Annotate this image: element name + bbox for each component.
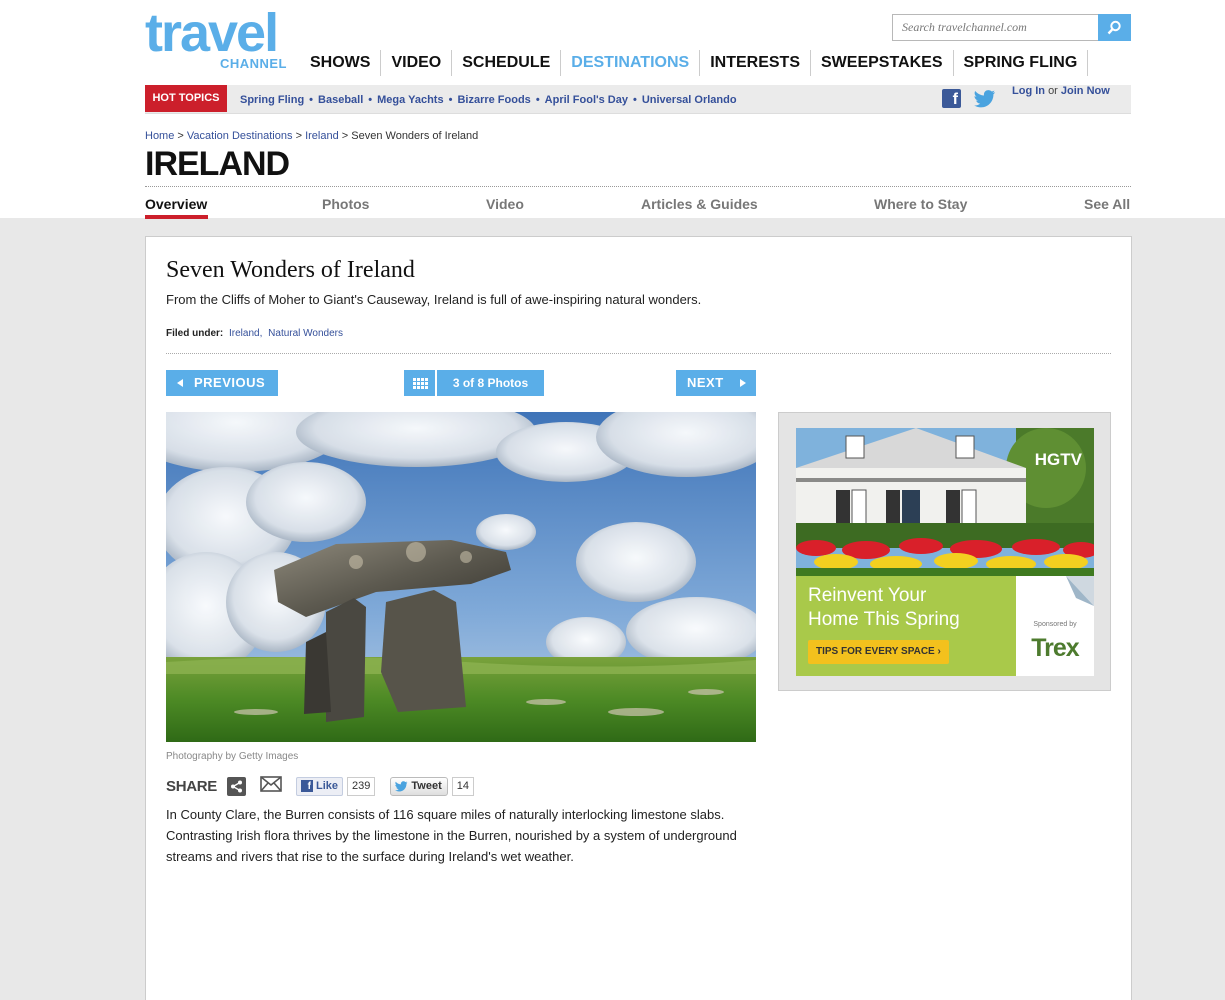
breadcrumb-current: Seven Wonders of Ireland [351, 130, 479, 142]
hgtv-trex-ad[interactable]: HGTV Reinvent Your Home This Spring TIPS… [796, 428, 1094, 676]
search-icon [1107, 20, 1121, 35]
ad-sponsor-panel: Sponsored by Trex [1016, 576, 1094, 676]
article-dek: From the Cliffs of Moher to Giant's Caus… [166, 292, 702, 307]
nav-schedule[interactable]: SCHEDULE [451, 50, 560, 76]
twitter-icon[interactable] [973, 89, 997, 108]
previous-button[interactable]: PREVIOUS [166, 370, 278, 396]
article-card: Seven Wonders of Ireland From the Cliffs… [145, 236, 1132, 1000]
tag-ireland[interactable]: Ireland, [229, 328, 262, 339]
hgtv-logo: HGTV [1034, 450, 1082, 469]
join-link[interactable]: Join Now [1061, 85, 1110, 97]
twitter-icon [395, 780, 408, 791]
email-icon[interactable] [260, 775, 282, 797]
ad-sponsor-label: Sponsored by [1033, 621, 1077, 628]
gallery-grid-button[interactable] [404, 370, 436, 396]
logo-wordmark: travel [145, 3, 279, 63]
page-curl-graphic [1066, 576, 1094, 606]
photo-counter: 3 of 8 Photos [437, 370, 544, 396]
ad-headline: Reinvent Your Home This Spring [808, 584, 960, 632]
breadcrumb-home[interactable]: Home [145, 130, 174, 142]
like-label: Like [316, 780, 339, 792]
facebook-icon[interactable]: f [942, 89, 961, 108]
active-tab-indicator [145, 215, 208, 219]
hot-topic-link[interactable]: Bizarre Foods [457, 94, 530, 106]
like-count: 239 [347, 776, 376, 796]
hot-topic-link[interactable]: April Fool's Day [545, 94, 628, 106]
login-link[interactable]: Log In [1012, 85, 1045, 97]
breadcrumb: Home > Vacation Destinations > Ireland >… [145, 130, 478, 142]
account-links: Log In or Join Now [1012, 85, 1110, 97]
breadcrumb-vacation-destinations[interactable]: Vacation Destinations [187, 130, 293, 142]
separator: • [535, 93, 540, 106]
tab-overview[interactable]: Overview [145, 196, 207, 212]
or-text: or [1048, 85, 1058, 97]
facebook-icon: f [301, 780, 314, 792]
hot-topic-link[interactable]: Baseball [318, 94, 363, 106]
next-button[interactable]: NEXT [676, 370, 756, 396]
tab-video[interactable]: Video [486, 196, 524, 212]
hot-topic-link[interactable]: Spring Fling [240, 94, 304, 106]
hot-topics-badge: HOT TOPICS [145, 85, 227, 112]
breadcrumb-ireland[interactable]: Ireland [305, 130, 339, 142]
page-title: IRELAND [145, 145, 290, 183]
nav-spring-fling[interactable]: SPRING FLING [952, 50, 1089, 76]
search-button[interactable] [1098, 14, 1131, 41]
divider [166, 353, 1111, 354]
trex-logo: Trex [1031, 634, 1079, 662]
share-label: SHARE [166, 777, 218, 795]
logo-subtitle: CHANNEL [219, 56, 287, 71]
hot-topics-bar: HOT TOPICS Spring Fling • Baseball • Meg… [145, 85, 1131, 114]
destination-subnav: Overview Photos Video Articles & Guides … [145, 196, 1131, 219]
ad-message-panel: Reinvent Your Home This Spring TIPS FOR … [796, 576, 1016, 676]
tweet-label: Tweet [411, 780, 442, 792]
nav-sweepstakes[interactable]: SWEEPSTAKES [810, 50, 953, 76]
nav-shows[interactable]: SHOWS [300, 50, 380, 76]
facebook-like-button[interactable]: f Like [296, 776, 344, 796]
main-nav: SHOWS VIDEO SCHEDULE DESTINATIONS INTERE… [300, 50, 1089, 76]
ad-container: HGTV Reinvent Your Home This Spring TIPS… [778, 412, 1111, 691]
photo-caption: In County Clare, the Burren consists of … [166, 807, 737, 864]
nav-video[interactable]: VIDEO [380, 50, 451, 76]
breadcrumb-separator: > [295, 130, 302, 142]
dolmen-photo [166, 412, 756, 742]
divider [145, 186, 1131, 187]
share-bar: SHARE f Like 239 Tweet 14 [166, 775, 474, 797]
separator: • [368, 93, 373, 106]
gallery-photo[interactable] [166, 412, 756, 742]
ad-headline-line: Reinvent Your [808, 585, 927, 606]
share-icon[interactable] [227, 776, 247, 796]
nav-interests[interactable]: INTERESTS [699, 50, 810, 76]
tag-natural-wonders[interactable]: Natural Wonders [268, 328, 343, 339]
tab-articles-guides[interactable]: Articles & Guides [641, 196, 758, 212]
search-box [892, 14, 1131, 41]
filed-under: Filed under: Ireland, Natural Wonders [166, 328, 343, 339]
breadcrumb-separator: > [177, 130, 184, 142]
tweet-count: 14 [451, 776, 474, 796]
tab-see-all[interactable]: See All [1084, 196, 1130, 212]
separator: • [632, 93, 637, 106]
nav-destinations[interactable]: DESTINATIONS [560, 50, 699, 76]
separator: • [448, 93, 453, 106]
hot-topic-link[interactable]: Mega Yachts [377, 94, 443, 106]
social-links: f [942, 89, 997, 108]
hot-topic-link[interactable]: Universal Orlando [642, 94, 737, 106]
travel-channel-logo[interactable]: travel CHANNEL [145, 3, 290, 74]
separator: • [309, 93, 314, 106]
tab-photos[interactable]: Photos [322, 196, 369, 212]
search-input[interactable] [893, 15, 1099, 40]
tweet-button[interactable]: Tweet [390, 776, 448, 796]
hot-topics-links: Spring Fling • Baseball • Mega Yachts • … [240, 85, 737, 114]
ad-headline-line: Home This Spring [808, 609, 960, 630]
ad-cta-button[interactable]: TIPS FOR EVERY SPACE › [808, 640, 949, 664]
article-title: Seven Wonders of Ireland [166, 257, 415, 283]
photo-credit: Photography by Getty Images [166, 751, 299, 762]
breadcrumb-separator: > [341, 130, 349, 142]
tab-where-to-stay[interactable]: Where to Stay [874, 196, 967, 212]
filed-under-label: Filed under: [166, 328, 224, 339]
